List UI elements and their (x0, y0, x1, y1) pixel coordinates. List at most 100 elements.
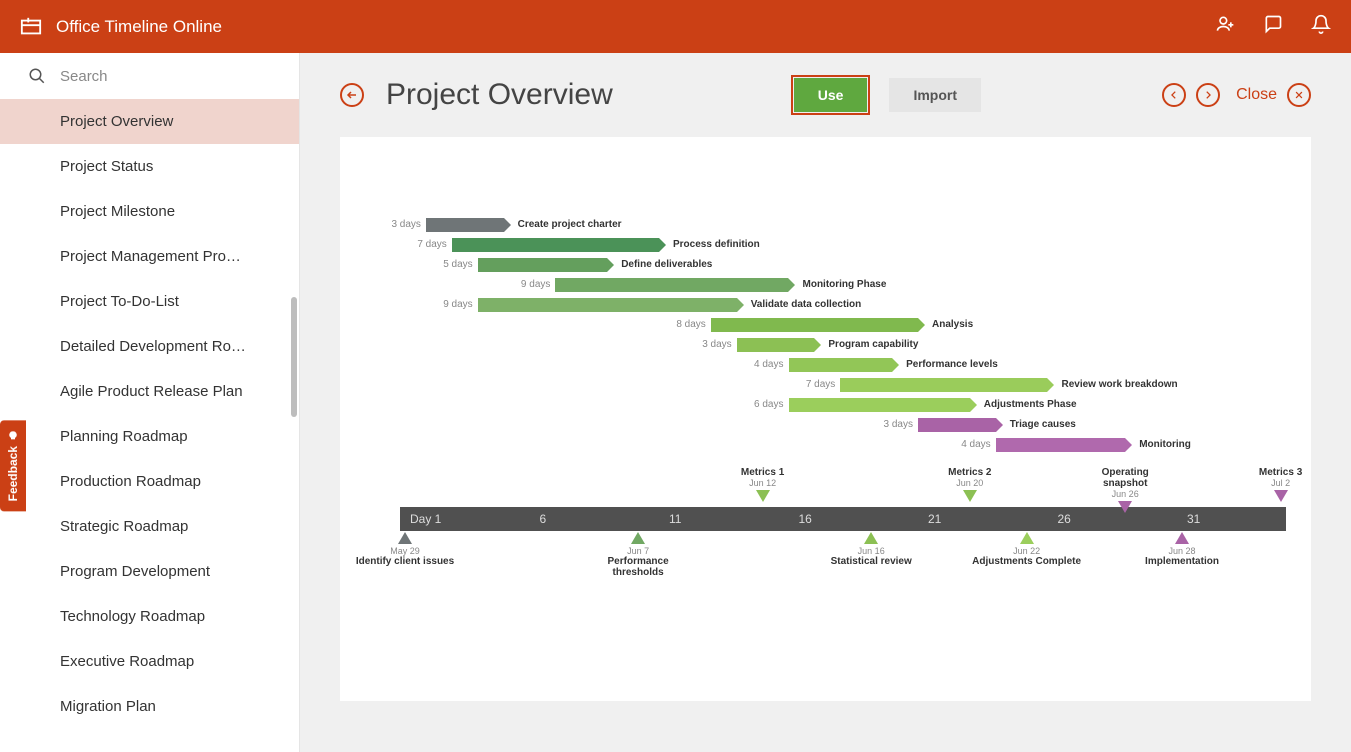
milestone-bottom[interactable]: Jun 16Statistical review (816, 532, 926, 567)
task-bar[interactable] (789, 358, 893, 372)
milestone-date: Jun 28 (1127, 546, 1237, 556)
sidebar-item[interactable]: Project Overview (0, 99, 299, 144)
task-label: Review work breakdown (1062, 379, 1178, 390)
search-placeholder: Search (60, 68, 108, 85)
milestone-arrow-down-icon (756, 490, 770, 502)
task-bar[interactable] (918, 418, 996, 432)
task-duration: 4 days (951, 439, 991, 450)
milestone-label: Metrics 2 (930, 467, 1010, 478)
milestone-top[interactable]: Metrics 2Jun 20 (930, 467, 1010, 502)
sidebar: Search Project OverviewProject StatusPro… (0, 53, 300, 752)
toolbar: Project Overview Use Import Close (340, 78, 1311, 112)
task-duration: 9 days (510, 279, 550, 290)
task-label: Program capability (828, 339, 918, 350)
task-bar[interactable] (555, 278, 788, 292)
axis-tick: 11 (669, 512, 681, 526)
milestone-top[interactable]: Metrics 3Jul 2 (1241, 467, 1321, 502)
search-row[interactable]: Search (0, 53, 299, 99)
milestone-date: Jul 2 (1241, 478, 1321, 488)
comment-icon[interactable] (1263, 14, 1283, 39)
page-title: Project Overview (386, 78, 613, 112)
sidebar-item[interactable]: Project Management Pro… (0, 234, 299, 279)
milestone-date: Jun 7 (583, 546, 693, 556)
task-duration: 3 days (873, 419, 913, 430)
axis-tick: 26 (1058, 512, 1071, 526)
task-duration: 7 days (795, 379, 835, 390)
milestone-arrow-up-icon (1175, 532, 1189, 544)
task-duration: 5 days (433, 259, 473, 270)
milestone-label: Implementation (1127, 556, 1237, 567)
milestone-bottom[interactable]: May 29Identify client issues (350, 532, 460, 567)
axis-tick: 31 (1187, 512, 1200, 526)
milestone-top[interactable]: Metrics 1Jun 12 (723, 467, 803, 502)
sidebar-item[interactable]: Technology Roadmap (0, 594, 299, 639)
sidebar-item[interactable]: Program Development (0, 549, 299, 594)
app-title: Office Timeline Online (56, 17, 222, 37)
sidebar-item[interactable]: Project To-Do-List (0, 279, 299, 324)
app-header: Office Timeline Online (0, 0, 1351, 53)
milestone-arrow-down-icon (1274, 490, 1288, 502)
prev-button[interactable] (1162, 83, 1186, 107)
user-add-icon[interactable] (1215, 14, 1235, 39)
feedback-tab[interactable]: Feedback (0, 420, 26, 511)
milestone-arrow-up-icon (864, 532, 878, 544)
task-bar[interactable] (711, 318, 918, 332)
milestone-label: Identify client issues (350, 556, 460, 567)
sidebar-item[interactable]: Strategic Roadmap (0, 504, 299, 549)
chevron-left-icon (1169, 90, 1179, 100)
back-button[interactable] (340, 83, 364, 107)
timeline-canvas: 3 daysCreate project charter7 daysProces… (340, 137, 1311, 701)
sidebar-item[interactable]: Executive Roadmap (0, 639, 299, 684)
close-x-button[interactable] (1287, 83, 1311, 107)
milestone-arrow-up-icon (631, 532, 645, 544)
task-duration: 8 days (666, 319, 706, 330)
import-button[interactable]: Import (889, 78, 981, 112)
task-duration: 4 days (744, 359, 784, 370)
arrow-left-icon (346, 89, 358, 101)
task-label: Performance levels (906, 359, 998, 370)
milestone-date: Jun 22 (972, 546, 1082, 556)
task-bar[interactable] (840, 378, 1047, 392)
search-icon (28, 67, 46, 85)
sidebar-item[interactable]: Planning Roadmap (0, 414, 299, 459)
milestone-bottom[interactable]: Jun 7Performance thresholds (583, 532, 693, 578)
milestone-top[interactable]: Operating snapshotJun 26 (1085, 467, 1165, 513)
task-bar[interactable] (478, 298, 737, 312)
task-duration: 3 days (381, 219, 421, 230)
lightbulb-icon (7, 430, 19, 442)
task-label: Create project charter (518, 219, 622, 230)
axis-tick: 16 (799, 512, 812, 526)
task-bar[interactable] (478, 258, 608, 272)
task-bar[interactable] (452, 238, 659, 252)
milestone-label: Metrics 1 (723, 467, 803, 478)
task-bar[interactable] (426, 218, 504, 232)
sidebar-item[interactable]: Migration Plan (0, 684, 299, 729)
bell-icon[interactable] (1311, 14, 1331, 39)
sidebar-scrollbar[interactable] (291, 297, 297, 417)
use-button[interactable]: Use (794, 78, 868, 112)
chevron-right-icon (1203, 90, 1213, 100)
axis-tick: Day 1 (410, 512, 441, 526)
milestone-bottom[interactable]: Jun 22Adjustments Complete (972, 532, 1082, 567)
sidebar-item[interactable]: Detailed Development Ro… (0, 324, 299, 369)
task-label: Monitoring Phase (803, 279, 887, 290)
sidebar-item[interactable]: Project Milestone (0, 189, 299, 234)
task-bar[interactable] (996, 438, 1126, 452)
close-button[interactable]: Close (1236, 86, 1277, 104)
milestone-arrow-down-icon (963, 490, 977, 502)
task-label: Define deliverables (621, 259, 712, 270)
task-label: Validate data collection (751, 299, 862, 310)
task-label: Triage causes (1010, 419, 1076, 430)
sidebar-item[interactable]: Agile Product Release Plan (0, 369, 299, 414)
task-label: Monitoring (1139, 439, 1191, 450)
task-bar[interactable] (789, 398, 970, 412)
task-label: Analysis (932, 319, 973, 330)
sidebar-item[interactable]: Project Status (0, 144, 299, 189)
axis-tick: 21 (928, 512, 941, 526)
next-button[interactable] (1196, 83, 1220, 107)
milestone-bottom[interactable]: Jun 28Implementation (1127, 532, 1237, 567)
task-bar[interactable] (737, 338, 815, 352)
feedback-label: Feedback (6, 446, 20, 501)
milestone-date: Jun 12 (723, 478, 803, 488)
sidebar-item[interactable]: Production Roadmap (0, 459, 299, 504)
